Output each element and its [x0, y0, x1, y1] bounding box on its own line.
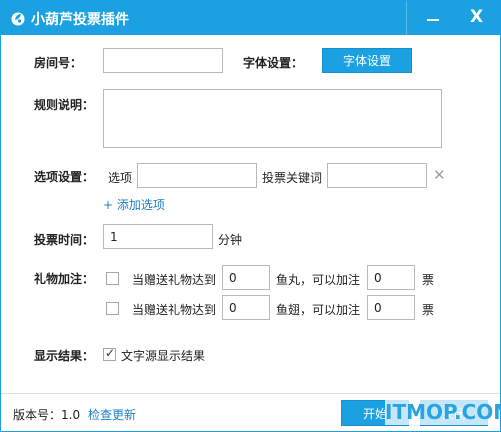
remove-option-icon[interactable]: ✕ — [433, 166, 446, 184]
keyword-text-label: 投票关键词 — [262, 171, 323, 185]
check-update-link[interactable]: 检查更新 — [88, 406, 136, 423]
rules-label: 规则说明： — [34, 98, 95, 112]
vote-time-label: 投票时间： — [34, 233, 95, 247]
display-label: 显示结果： — [34, 349, 95, 363]
gift-label: 礼物加注： — [34, 272, 95, 286]
room-input[interactable] — [103, 48, 223, 73]
gift-row-2-name: 鱼翅，可以加注 — [276, 303, 361, 317]
vote-plugin-window: 小葫芦投票插件 X 房间号： 字体设置： 字体设置 规则说明： 选项设置： 选项… — [0, 0, 501, 432]
minimize-button[interactable] — [411, 1, 457, 35]
footer-divider — [1, 393, 500, 394]
titlebar-separator — [406, 1, 407, 35]
display-result-checkbox[interactable]: ✓ — [103, 346, 116, 361]
checkmark-icon: ✓ — [105, 346, 116, 360]
close-icon: X — [470, 7, 484, 27]
gift-row-2-amount-input[interactable] — [222, 295, 270, 320]
options-label: 选项设置： — [34, 170, 95, 184]
option-input[interactable] — [137, 163, 257, 188]
gift-row-1-amount-input[interactable] — [222, 265, 270, 290]
add-option-link[interactable]: + 添加选项 — [103, 196, 165, 213]
display-result-text: 文字源显示结果 — [121, 349, 206, 363]
gift-row-2-checkbox[interactable] — [106, 302, 119, 315]
gift-row-2-prefix: 当赠送礼物达到 — [132, 303, 217, 317]
gift-row-1-name: 鱼丸，可以加注 — [276, 273, 361, 287]
rules-textarea[interactable] — [103, 89, 442, 148]
keyword-input[interactable] — [327, 163, 427, 188]
gift-row-2-unit: 票 — [422, 303, 435, 317]
gift-row-1-checkbox[interactable] — [106, 272, 119, 285]
title-bar[interactable]: 小葫芦投票插件 X — [1, 1, 500, 35]
font-label: 字体设置： — [243, 56, 304, 70]
gift-row-1-votes-input[interactable] — [367, 265, 415, 290]
site-watermark: ITMOP.COM — [385, 399, 501, 425]
option-text-label: 选项 — [108, 171, 133, 185]
gift-row-1-prefix: 当赠送礼物达到 — [132, 273, 217, 287]
vote-time-unit: 分钟 — [218, 233, 243, 247]
room-label: 房间号： — [34, 56, 83, 70]
minimize-icon — [427, 19, 439, 21]
gourd-logo-icon — [11, 12, 25, 26]
close-window-button[interactable]: X — [456, 1, 500, 35]
vote-time-input[interactable] — [103, 224, 213, 249]
font-settings-button[interactable]: 字体设置 — [322, 48, 412, 73]
gift-row-1-unit: 票 — [422, 273, 435, 287]
version-text: 版本号：1.0 — [13, 408, 81, 422]
gift-row-2-votes-input[interactable] — [367, 295, 415, 320]
window-title: 小葫芦投票插件 — [31, 12, 129, 28]
